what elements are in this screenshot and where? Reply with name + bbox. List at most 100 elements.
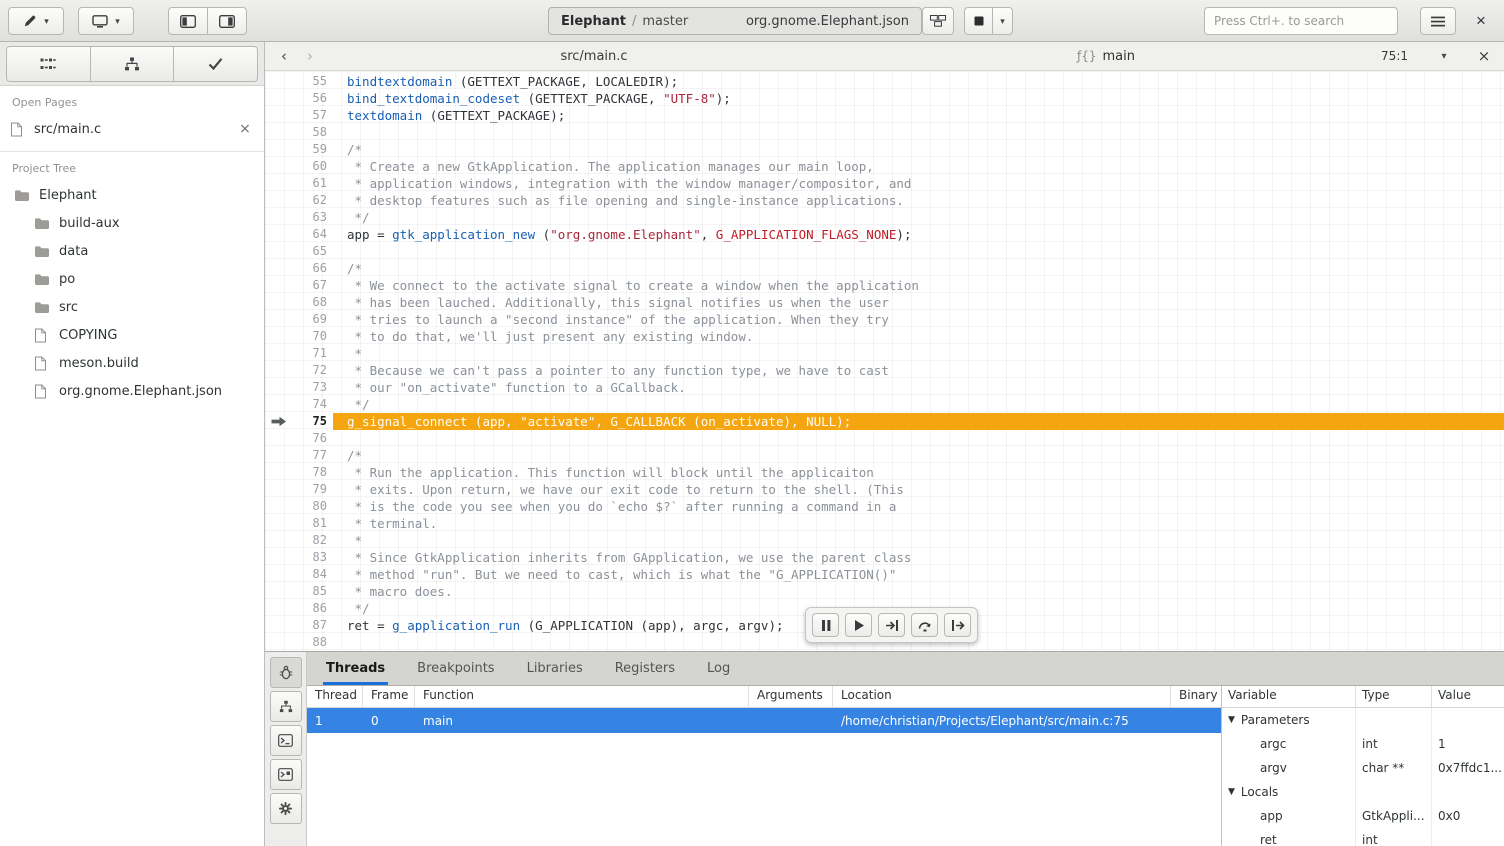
line-number[interactable]: 56 — [291, 90, 327, 107]
line-number[interactable]: 59 — [291, 141, 327, 158]
code-line-77[interactable]: 77/* — [265, 447, 1504, 464]
code-line-68[interactable]: 68 * has been lauched. Additionally, thi… — [265, 294, 1504, 311]
code-line-82[interactable]: 82 * — [265, 532, 1504, 549]
tree-item-po[interactable]: po — [0, 265, 264, 293]
breakpoint-margin[interactable] — [265, 379, 291, 396]
code-line-57[interactable]: 57textdomain (GETTEXT_PACKAGE); — [265, 107, 1504, 124]
variable-group-parameters[interactable]: ▼Parameters — [1222, 708, 1504, 732]
tree-item-Elephant[interactable]: Elephant — [0, 181, 264, 209]
code-line-80[interactable]: 80 * is the code you see when you do `ec… — [265, 498, 1504, 515]
breakpoint-margin[interactable] — [265, 481, 291, 498]
code-line-74[interactable]: 74 */ — [265, 396, 1504, 413]
breakpoint-margin[interactable] — [265, 226, 291, 243]
code-line-69[interactable]: 69 * tries to launch a "second instance"… — [265, 311, 1504, 328]
line-number[interactable]: 70 — [291, 328, 327, 345]
breakpoint-margin[interactable] — [265, 498, 291, 515]
variable-row-argc[interactable]: argcint1 — [1222, 732, 1504, 756]
breakpoint-margin[interactable] — [265, 209, 291, 226]
breakpoint-margin[interactable] — [265, 549, 291, 566]
code-line-75[interactable]: 75g_signal_connect (app, "activate", G_C… — [265, 413, 1504, 430]
code-line-59[interactable]: 59/* — [265, 141, 1504, 158]
breakpoint-margin[interactable] — [265, 515, 291, 532]
code-line-85[interactable]: 85 * macro does. — [265, 583, 1504, 600]
code-editor[interactable]: 55bindtextdomain (GETTEXT_PACKAGE, LOCAL… — [265, 71, 1504, 651]
line-number[interactable]: 74 — [291, 396, 327, 413]
cursor-position[interactable]: 75:1 — [1381, 42, 1408, 70]
variable-row-ret[interactable]: retint — [1222, 828, 1504, 846]
line-number[interactable]: 58 — [291, 124, 327, 141]
open-page-item[interactable]: src/main.c × — [0, 115, 264, 143]
code-line-58[interactable]: 58 — [265, 124, 1504, 141]
menu-button[interactable] — [1420, 7, 1456, 35]
line-number[interactable]: 64 — [291, 226, 327, 243]
breakpoint-margin[interactable] — [265, 192, 291, 209]
continue-button[interactable] — [845, 613, 872, 637]
step-in-button[interactable] — [878, 613, 905, 637]
line-number[interactable]: 87 — [291, 617, 327, 634]
toggle-left-panel-button[interactable] — [168, 7, 208, 35]
breakpoint-margin[interactable] — [265, 124, 291, 141]
breakpoint-margin[interactable] — [265, 73, 291, 90]
thread-row[interactable]: 10main/home/christian/Projects/Elephant/… — [307, 708, 1221, 733]
tree-item-src[interactable]: src — [0, 293, 264, 321]
breakpoint-margin[interactable] — [265, 447, 291, 464]
document-close-button[interactable]: × — [1476, 42, 1492, 70]
code-line-66[interactable]: 66/* — [265, 260, 1504, 277]
panel-button-debugger[interactable] — [270, 657, 302, 688]
code-line-76[interactable]: 76 — [265, 430, 1504, 447]
sidebar-tab-todo[interactable] — [173, 46, 258, 82]
breakpoint-margin[interactable] — [265, 396, 291, 413]
line-number[interactable]: 82 — [291, 532, 327, 549]
tree-item-org.gnome.Elephant.json[interactable]: org.gnome.Elephant.json — [0, 377, 264, 405]
code-line-56[interactable]: 56bind_textdomain_codeset (GETTEXT_PACKA… — [265, 90, 1504, 107]
panel-tab-registers[interactable]: Registers — [612, 652, 678, 685]
line-number[interactable]: 55 — [291, 73, 327, 90]
code-line-63[interactable]: 63 */ — [265, 209, 1504, 226]
breakpoint-margin[interactable] — [265, 311, 291, 328]
line-number[interactable]: 84 — [291, 566, 327, 583]
line-number[interactable]: 62 — [291, 192, 327, 209]
step-out-button[interactable] — [944, 613, 971, 637]
window-close-button[interactable]: × — [1468, 7, 1494, 35]
breakpoint-margin[interactable] — [265, 107, 291, 124]
panel-tab-breakpoints[interactable]: Breakpoints — [414, 652, 497, 685]
code-line-60[interactable]: 60 * Create a new GtkApplication. The ap… — [265, 158, 1504, 175]
line-number[interactable]: 60 — [291, 158, 327, 175]
code-line-71[interactable]: 71 * — [265, 345, 1504, 362]
tree-item-data[interactable]: data — [0, 237, 264, 265]
code-line-84[interactable]: 84 * method "run". But we need to cast, … — [265, 566, 1504, 583]
panel-button-build-targets[interactable] — [270, 691, 302, 722]
nav-forward-button[interactable]: › — [301, 42, 319, 70]
code-line-72[interactable]: 72 * Because we can't pass a pointer to … — [265, 362, 1504, 379]
code-line-62[interactable]: 62 * desktop features such as file openi… — [265, 192, 1504, 209]
line-number[interactable]: 67 — [291, 277, 327, 294]
variable-row-app[interactable]: appGtkAppli...0x0 — [1222, 804, 1504, 828]
perspective-dropdown[interactable]: ▾ — [8, 7, 64, 35]
pause-button[interactable] — [812, 613, 839, 637]
breakpoint-margin[interactable] — [265, 634, 291, 651]
panel-tab-threads[interactable]: Threads — [323, 652, 388, 685]
breakpoint-margin[interactable] — [265, 243, 291, 260]
line-number[interactable]: 81 — [291, 515, 327, 532]
breakpoint-margin[interactable] — [265, 90, 291, 107]
line-number[interactable]: 66 — [291, 260, 327, 277]
panel-tab-libraries[interactable]: Libraries — [524, 652, 586, 685]
sidebar-tab-pages[interactable] — [6, 46, 91, 82]
breakpoint-margin[interactable] — [265, 158, 291, 175]
line-number[interactable]: 69 — [291, 311, 327, 328]
code-line-79[interactable]: 79 * exits. Upon return, we have our exi… — [265, 481, 1504, 498]
code-line-78[interactable]: 78 * Run the application. This function … — [265, 464, 1504, 481]
line-number[interactable]: 68 — [291, 294, 327, 311]
variable-row-argv[interactable]: argvchar **0x7ffdc1... — [1222, 756, 1504, 780]
breakpoint-margin[interactable] — [265, 430, 291, 447]
line-number[interactable]: 88 — [291, 634, 327, 651]
symbol-selector-button[interactable]: ƒ{} main — [1077, 42, 1135, 70]
nav-back-button[interactable]: ‹ — [275, 42, 293, 70]
line-number[interactable]: 61 — [291, 175, 327, 192]
code-line-81[interactable]: 81 * terminal. — [265, 515, 1504, 532]
close-page-button[interactable]: × — [236, 121, 254, 137]
breakpoint-margin[interactable] — [265, 141, 291, 158]
sidebar-tab-project-tree[interactable] — [90, 46, 175, 82]
line-number[interactable]: 79 — [291, 481, 327, 498]
device-dropdown[interactable]: ▾ — [78, 7, 134, 35]
